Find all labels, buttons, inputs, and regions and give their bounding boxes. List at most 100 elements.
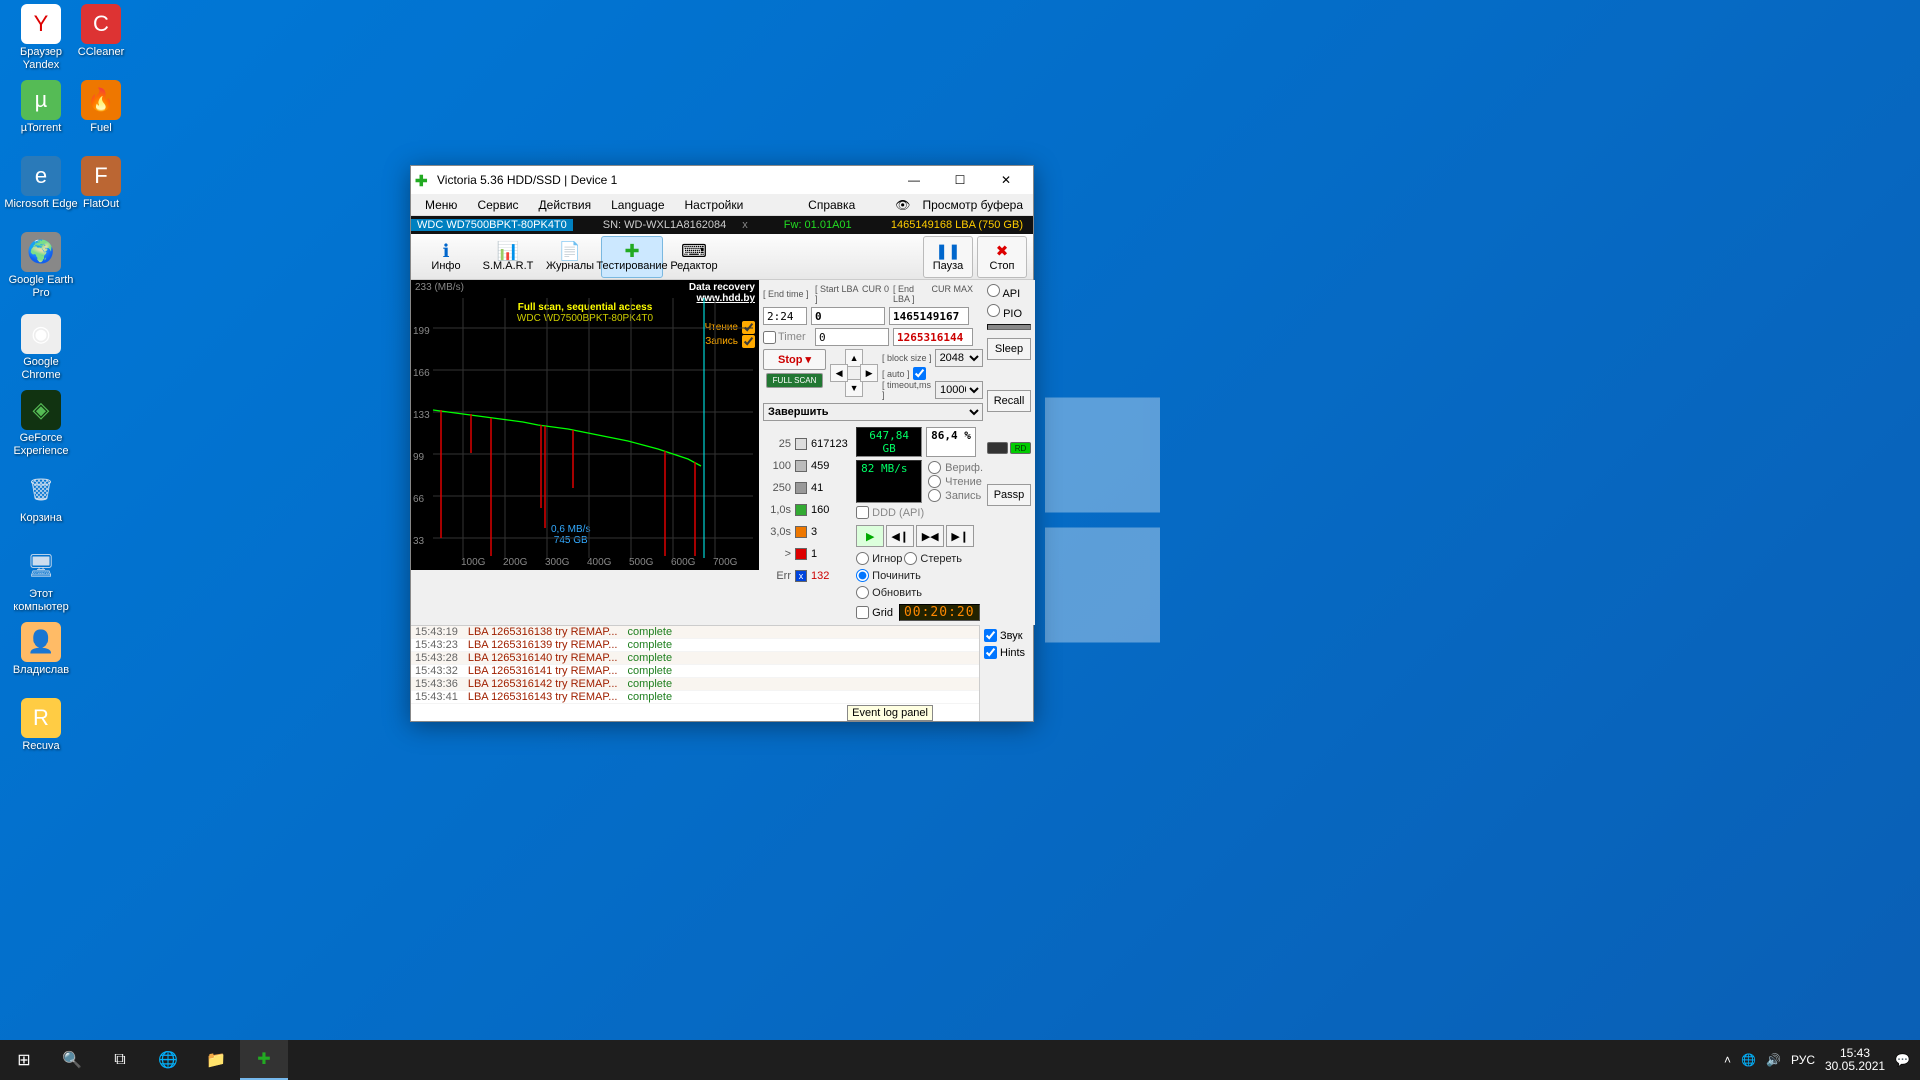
nav-dpad: ▲ ▼ ◀ ▶: [830, 349, 878, 397]
menu-actions[interactable]: Действия: [529, 198, 602, 212]
minimize-button[interactable]: —: [891, 166, 937, 194]
desktop-icon-flatout[interactable]: FFlatOut: [64, 156, 138, 211]
sleep-button[interactable]: Sleep: [987, 338, 1031, 360]
start-lba-input[interactable]: [811, 307, 885, 325]
desktop-icon-thispc[interactable]: 🖥Этот компьютер: [4, 546, 78, 613]
stop-button[interactable]: ✖Стоп: [977, 236, 1027, 278]
titlebar[interactable]: ✚ Victoria 5.36 HDD/SSD | Device 1 — ☐ ✕: [411, 166, 1033, 194]
scan-stop-button[interactable]: Stop ▾: [763, 349, 826, 370]
action-select[interactable]: Завершить: [763, 403, 983, 421]
desktop-icon-trash[interactable]: 🗑Корзина: [4, 470, 78, 525]
device-serial: SN: WD-WXL1A8162084: [573, 219, 737, 231]
start-button[interactable]: ⊞: [0, 1040, 48, 1080]
desktop-icon-fuel[interactable]: 🔥Fuel: [64, 80, 138, 135]
victoria-window: ✚ Victoria 5.36 HDD/SSD | Device 1 — ☐ ✕…: [410, 165, 1034, 722]
taskbar-explorer[interactable]: 📁: [192, 1040, 240, 1080]
current-lba-input[interactable]: [893, 328, 973, 346]
mode-read[interactable]: [928, 475, 941, 488]
menu-help[interactable]: Справка: [798, 198, 865, 212]
tray-network-icon[interactable]: 🌐: [1741, 1053, 1756, 1067]
device-model: WDC WD7500BPKT-80PK4T0: [411, 219, 573, 231]
content-area: 233 (MB/s) Data recoverywww.hdd.by Full …: [411, 280, 1033, 625]
end-time-input[interactable]: [763, 307, 807, 325]
view-buffer-link[interactable]: Просмотр буфера: [920, 198, 1029, 212]
tab-testing[interactable]: ✚Тестирование: [601, 236, 663, 278]
tray-lang[interactable]: РУС: [1791, 1053, 1815, 1067]
tray-volume-icon[interactable]: 🔊: [1766, 1053, 1781, 1067]
random-button[interactable]: ▶◀: [916, 525, 944, 547]
search-button[interactable]: 🔍: [48, 1040, 96, 1080]
dpad-right[interactable]: ▶: [860, 364, 878, 382]
mode-pio[interactable]: [987, 304, 1000, 317]
menu-menu[interactable]: Меню: [415, 198, 467, 212]
desktop-icon-geforce[interactable]: ◈GeForce Experience: [4, 390, 78, 457]
timeout-select[interactable]: 10000: [935, 381, 983, 399]
passp-button[interactable]: Passp: [987, 484, 1031, 506]
desktop-icon-chrome[interactable]: ◉Google Chrome: [4, 314, 78, 381]
desktop-icon-user[interactable]: 👤Владислав: [4, 622, 78, 677]
mode-write[interactable]: [928, 489, 941, 502]
menu-language[interactable]: Language: [601, 198, 674, 212]
recall-button[interactable]: Recall: [987, 390, 1031, 412]
graph-svg: [433, 298, 753, 558]
ra-refresh[interactable]: [856, 586, 869, 599]
log-row: 15:43:36LBA 1265316142 try REMAP...compl…: [411, 678, 1033, 691]
taskbar-victoria[interactable]: ✚: [240, 1040, 288, 1080]
log-side-panel: Звук Hints: [979, 625, 1033, 721]
tab-info[interactable]: ℹИнфо: [415, 236, 477, 278]
device-serial-close[interactable]: x: [736, 219, 754, 231]
menubar: Меню Сервис Действия Language Настройки …: [411, 194, 1033, 216]
end-lba-input[interactable]: [889, 307, 969, 325]
log-row: 15:43:41LBA 1265316143 try REMAP...compl…: [411, 691, 1033, 704]
desktop-icon-recuva[interactable]: RRecuva: [4, 698, 78, 753]
pause-button[interactable]: ❚❚Пауза: [923, 236, 973, 278]
blocksize-select[interactable]: 2048: [935, 349, 983, 367]
grid-checkbox[interactable]: [856, 606, 869, 619]
window-title: Victoria 5.36 HDD/SSD | Device 1: [437, 173, 891, 187]
timer-input[interactable]: [815, 328, 889, 346]
tray-notifications-icon[interactable]: 💬: [1895, 1053, 1910, 1067]
tray-clock[interactable]: 15:4330.05.2021: [1825, 1047, 1885, 1073]
fullscan-button[interactable]: FULL SCAN: [766, 373, 824, 388]
log-panel-wrap: 15:43:19LBA 1265316138 try REMAP...compl…: [411, 625, 1033, 721]
ddd-checkbox[interactable]: [856, 506, 869, 519]
system-tray[interactable]: ˄ 🌐 🔊 РУС 15:4330.05.2021 💬: [1714, 1047, 1920, 1073]
log-panel[interactable]: 15:43:19LBA 1265316138 try REMAP...compl…: [411, 625, 1033, 721]
app-icon: ✚: [415, 172, 431, 188]
dpad-left[interactable]: ◀: [830, 364, 848, 382]
device-lba: 1465149168 LBA (750 GB): [891, 219, 1033, 231]
menu-service[interactable]: Сервис: [467, 198, 528, 212]
tab-logs[interactable]: 📄Журналы: [539, 236, 601, 278]
menu-settings[interactable]: Настройки: [675, 198, 754, 212]
device-bar: WDC WD7500BPKT-80PK4T0 SN: WD-WXL1A81620…: [411, 216, 1033, 234]
tab-smart[interactable]: 📊S.M.A.R.T: [477, 236, 539, 278]
tab-editor[interactable]: ⌨Редактор: [663, 236, 725, 278]
ra-erase[interactable]: [904, 552, 917, 565]
log-row: 15:43:19LBA 1265316138 try REMAP...compl…: [411, 626, 1033, 639]
tray-chevron-icon[interactable]: ˄: [1724, 1053, 1731, 1067]
play-button[interactable]: ▶: [856, 525, 884, 547]
mode-api[interactable]: [987, 284, 1000, 297]
y-max-label: 233 (MB/s): [415, 282, 464, 293]
log-row: 15:43:23LBA 1265316139 try REMAP...compl…: [411, 639, 1033, 652]
log-tooltip: Event log panel: [847, 705, 933, 721]
percent-done: 86,4 %: [926, 427, 976, 457]
tail-button[interactable]: ▶❙: [946, 525, 974, 547]
mode-verify[interactable]: [928, 461, 941, 474]
back-button[interactable]: ◀❙: [886, 525, 914, 547]
ra-ignore[interactable]: [856, 552, 869, 565]
taskbar-edge[interactable]: 🌐: [144, 1040, 192, 1080]
timer-checkbox[interactable]: [763, 331, 776, 344]
taskview-button[interactable]: ⧉: [96, 1040, 144, 1080]
toolbar: ℹИнфо 📊S.M.A.R.T 📄Журналы ✚Тестирование …: [411, 234, 1033, 280]
hints-checkbox[interactable]: [984, 646, 997, 659]
sound-checkbox[interactable]: [984, 629, 997, 642]
desktop-icon-ccleaner[interactable]: CCCleaner: [64, 4, 138, 59]
speed-graph: 233 (MB/s) Data recoverywww.hdd.by Full …: [411, 280, 759, 570]
maximize-button[interactable]: ☐: [937, 166, 983, 194]
close-button[interactable]: ✕: [983, 166, 1029, 194]
desktop-icon-earth[interactable]: 🌍Google Earth Pro: [4, 232, 78, 299]
ra-remap[interactable]: [856, 569, 869, 582]
auto-checkbox[interactable]: [913, 367, 926, 380]
log-row: 15:43:32LBA 1265316141 try REMAP...compl…: [411, 665, 1033, 678]
